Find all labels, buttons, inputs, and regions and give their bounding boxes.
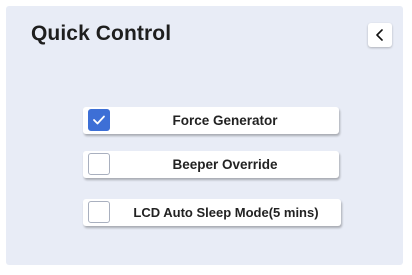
chevron-left-icon [374, 28, 386, 42]
lcd-auto-sleep-checkbox[interactable] [88, 201, 110, 223]
option-beeper-override[interactable]: Beeper Override [83, 151, 339, 178]
beeper-override-label: Beeper Override [172, 157, 278, 172]
checkmark-icon [92, 114, 106, 126]
force-generator-checkbox[interactable] [88, 109, 110, 131]
lcd-auto-sleep-label: LCD Auto Sleep Mode(5 mins) [133, 205, 319, 220]
option-force-generator[interactable]: Force Generator [83, 107, 339, 134]
force-generator-label: Force Generator [172, 113, 278, 128]
back-button[interactable] [368, 23, 392, 47]
quick-control-panel: Quick Control Force Generator Beeper Ove… [6, 6, 403, 265]
beeper-override-checkbox[interactable] [88, 153, 110, 175]
page-title: Quick Control [31, 22, 172, 45]
option-lcd-auto-sleep[interactable]: LCD Auto Sleep Mode(5 mins) [83, 199, 341, 226]
